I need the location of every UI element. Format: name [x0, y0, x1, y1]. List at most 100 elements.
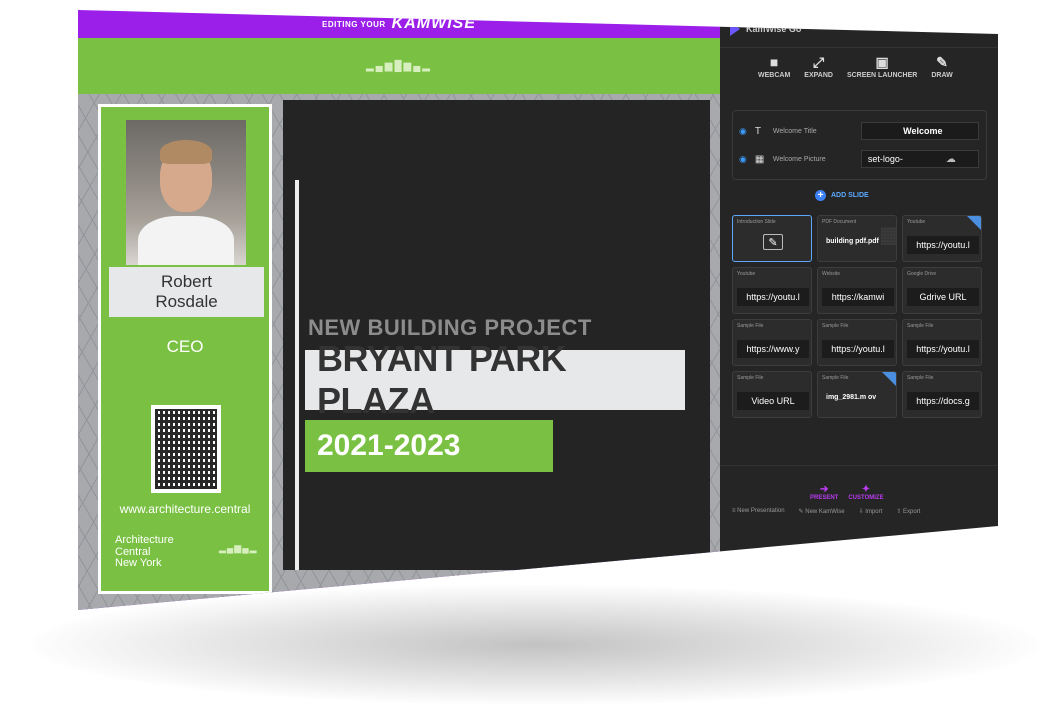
slide-tile[interactable]: Youtube https://youtu.l	[902, 215, 982, 262]
slide-tile[interactable]: Sample File img_2981.m ov	[817, 371, 897, 418]
add-slide-button[interactable]: + ADD SLIDE	[815, 190, 869, 201]
slide-type: Sample File	[907, 323, 934, 329]
slide-type: Sample File	[822, 323, 849, 329]
slide-type: Website	[822, 271, 840, 277]
present-label: PRESENT	[810, 495, 839, 501]
last-name: Rosdale	[155, 292, 218, 311]
welcome-picture-value: set-logo-	[867, 154, 903, 164]
slide-value: https://youtu.l	[907, 236, 979, 254]
slide-tile[interactable]: Youtube https://youtu.l	[732, 267, 812, 314]
plus-icon: +	[815, 190, 826, 201]
slide-accent-line	[295, 180, 299, 570]
photo-hair	[160, 140, 212, 164]
profile-photo	[126, 120, 246, 265]
footer-actions: ➔ PRESENT ✦ CUSTOMIZE	[810, 484, 884, 501]
slide-value: Gdrive URL	[907, 288, 979, 306]
welcome-picture-row: ◉ ▦ Welcome Picture set-logo- ☁	[739, 145, 980, 173]
wrench-icon: ✦	[861, 484, 871, 495]
slide-type: Youtube	[737, 271, 756, 277]
org-line-1: Architecture	[115, 534, 174, 546]
footer-links: ≡ New Presentation ✎ New KamWise ⇩ Impor…	[732, 508, 920, 515]
panel-header: KamWise Go 0 ⇨Logout	[720, 10, 998, 48]
header-band: ▂▄▆█▆▄▂	[78, 38, 720, 94]
screen-launcher-button[interactable]: ▣ SCREEN LAUNCHER	[847, 54, 917, 79]
welcome-title-input[interactable]: Welcome	[860, 122, 979, 140]
slide-tile[interactable]: Sample File https://youtu.l	[902, 319, 982, 366]
org-line-3: New York	[115, 557, 162, 570]
slide-value: https://youtu.l	[822, 340, 894, 358]
slide-type: Sample File	[737, 375, 764, 381]
slide-tile[interactable]: Website https://kamwi	[817, 267, 897, 314]
visibility-eye-icon[interactable]: ◉	[739, 126, 747, 137]
new-kamwise-link[interactable]: ✎ New KamWise	[799, 508, 845, 515]
slide-type: Google Drive	[907, 271, 937, 277]
welcome-picture-input[interactable]: set-logo- ☁	[860, 150, 979, 168]
logout-area: 0 ⇨Logout	[945, 23, 988, 34]
slide-tile[interactable]: Sample File https://youtu.l	[817, 319, 897, 366]
customize-label: CUSTOMIZE	[848, 495, 884, 501]
website-url[interactable]: www.architecture.central	[101, 502, 269, 516]
import-label: Import	[865, 509, 883, 515]
org-skyline-icon: ▂▄▆▄▂	[219, 543, 258, 553]
slide-value: building pdf.pdf	[826, 238, 879, 246]
image-icon: ▦	[754, 153, 765, 165]
photo-shirt	[138, 216, 234, 265]
expand-button[interactable]: ⤢ EXPAND	[804, 54, 833, 79]
upload-cloud-icon[interactable]: ☁	[946, 154, 956, 165]
webcam-button[interactable]: ■ WEBCAM	[758, 54, 790, 79]
play-logo-icon	[730, 21, 740, 36]
slide-value: Video URL	[737, 392, 809, 410]
logout-icon: ⇨	[952, 23, 961, 33]
organization-name: Architecture Central New York	[115, 534, 205, 570]
slide-type: PDF Document	[822, 219, 857, 225]
editing-label: EDITING YOUR	[322, 19, 386, 29]
slide-value: https://docs.g	[907, 392, 979, 410]
slide-tile[interactable]: Introduction Slide ✎	[732, 215, 812, 262]
kamwise-logo: KAMWISE	[391, 15, 476, 32]
screen-launcher-icon: ▣	[875, 54, 889, 70]
floor-shadow	[30, 585, 1040, 705]
slide-value: https://youtu.l	[737, 288, 809, 306]
slide-type: Sample File	[737, 323, 764, 329]
presentation-stage: Robert Rosdale CEO www.architecture.cent…	[78, 94, 720, 610]
slide-years: 2021-2023	[317, 429, 461, 462]
new-presentation-link[interactable]: ≡ New Presentation	[732, 508, 785, 515]
slide-tile[interactable]: Sample File Video URL	[732, 371, 812, 418]
present-arrow-icon: ➔	[819, 484, 829, 495]
export-label: Export	[903, 509, 921, 515]
first-name: Robert	[160, 272, 213, 292]
job-title: CEO	[166, 337, 204, 356]
import-link[interactable]: ⇩ Import	[859, 508, 883, 515]
webcam-icon: ■	[769, 54, 779, 70]
main-slide: NEW BUILDING PROJECT BRYANT PARK PLAZA 2…	[283, 100, 710, 570]
export-link[interactable]: ⇧ Export	[896, 508, 920, 515]
expand-label: EXPAND	[804, 72, 833, 79]
slide-tile[interactable]: Google Drive Gdrive URL	[902, 267, 982, 314]
app-window: EDITING YOUR KAMWISE ▂▄▆█▆▄▂ Robert Rosd…	[78, 10, 998, 610]
slide-type: Youtube	[907, 219, 926, 225]
slide-tile[interactable]: Sample File https://docs.g	[902, 371, 982, 418]
slide-value: img_2981.m ov	[826, 394, 877, 402]
slide-value: https://youtu.l	[907, 340, 979, 358]
toolbar: ■ WEBCAM ⤢ EXPAND ▣ SCREEN LAUNCHER ✎ DRAW	[758, 54, 953, 79]
add-slide-label: ADD SLIDE	[831, 192, 869, 199]
slide-tile[interactable]: Sample File https://www.y	[732, 319, 812, 366]
text-icon: T	[754, 125, 761, 137]
draw-icon: ✎	[936, 54, 948, 70]
slide-tile[interactable]: ▦ PDF Document building pdf.pdf	[817, 215, 897, 262]
visibility-eye-icon[interactable]: ◉	[739, 154, 747, 165]
edit-icon[interactable]: ✎	[763, 234, 783, 250]
customize-button[interactable]: ✦ CUSTOMIZE	[848, 484, 883, 501]
welcome-title-label: Welcome Title	[772, 127, 817, 135]
qr-code-icon[interactable]	[151, 405, 221, 493]
profile-card: Robert Rosdale CEO www.architecture.cent…	[98, 104, 272, 594]
slide-value: https://kamwi	[822, 288, 894, 306]
logout-button[interactable]: Logout	[960, 23, 988, 33]
draw-button[interactable]: ✎ DRAW	[931, 54, 952, 79]
skyline-logo-icon: ▂▄▆█▆▄▂	[365, 60, 433, 72]
slide-type: Introduction Slide	[737, 219, 776, 225]
draw-label: DRAW	[931, 72, 953, 79]
present-button[interactable]: ➔ PRESENT	[810, 484, 838, 501]
new-kamwise-label: New KamWise	[805, 509, 845, 515]
slide-value: https://www.y	[737, 340, 809, 358]
